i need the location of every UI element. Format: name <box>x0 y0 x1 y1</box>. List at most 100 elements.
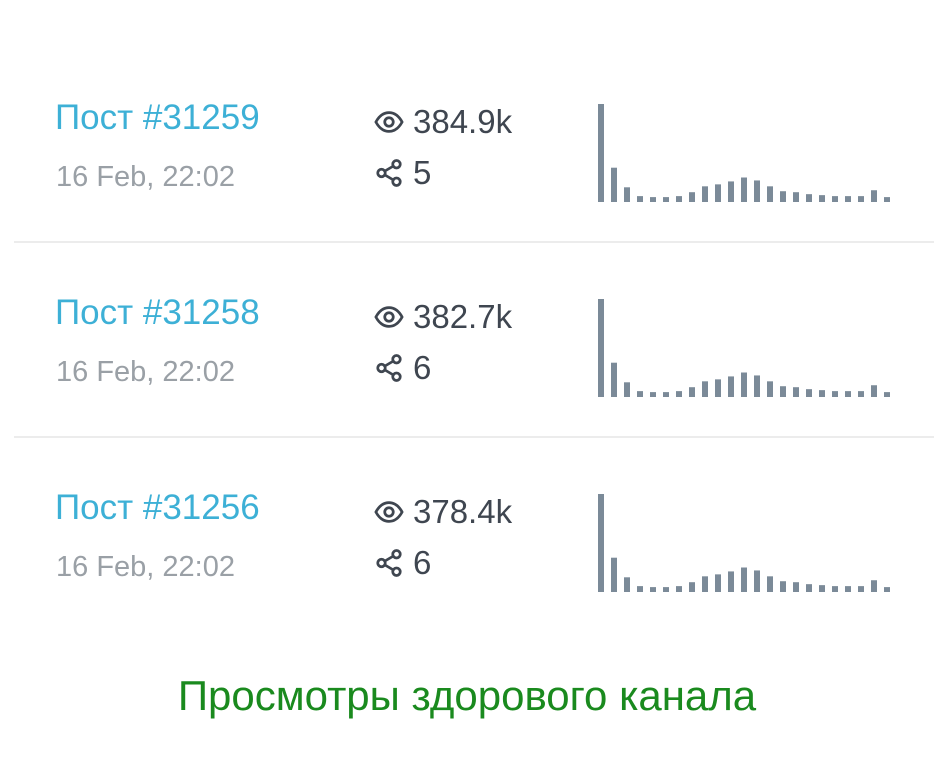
post-date: 16 Feb, 22:02 <box>56 551 235 583</box>
spark-bar <box>780 581 786 592</box>
shares-stat: 5 <box>373 154 431 192</box>
spark-bar <box>845 586 851 592</box>
views-sparkline <box>598 494 890 592</box>
shares-stat: 6 <box>373 544 431 582</box>
post-title-link[interactable]: Пост #31259 <box>55 98 260 138</box>
shares-count: 5 <box>413 154 432 191</box>
views-stat: 384.9k <box>373 103 512 141</box>
post-date: 16 Feb, 22:02 <box>56 356 235 388</box>
views-count: 384.9k <box>413 103 513 140</box>
spark-bar <box>624 577 630 592</box>
spark-bar <box>650 197 656 202</box>
spark-bar <box>598 299 604 397</box>
spark-bar <box>884 392 890 397</box>
post-row: Пост #31256 16 Feb, 22:02 378.4k 6 <box>0 438 934 633</box>
share-icon <box>373 157 405 189</box>
spark-bar <box>598 104 604 202</box>
spark-bar <box>663 587 669 592</box>
spark-bar <box>702 381 708 397</box>
spark-bar <box>702 576 708 592</box>
spark-bar <box>858 391 864 397</box>
post-title-link[interactable]: Пост #31258 <box>55 293 260 333</box>
spark-bar <box>624 382 630 397</box>
spark-bar <box>884 197 890 202</box>
spark-bar <box>611 167 617 202</box>
views-count: 382.7k <box>413 298 513 335</box>
spark-bar <box>819 390 825 397</box>
spark-bar <box>676 391 682 397</box>
shares-stat: 6 <box>373 349 431 387</box>
views-count: 378.4k <box>413 493 513 530</box>
caption: Просмотры здорового канала <box>177 672 757 719</box>
spark-bar <box>806 584 812 592</box>
eye-icon <box>373 301 405 333</box>
spark-bar <box>832 196 838 202</box>
views-sparkline <box>598 104 890 202</box>
spark-bar <box>819 195 825 202</box>
share-icon <box>373 547 405 579</box>
spark-bar <box>832 391 838 397</box>
spark-bar <box>884 587 890 592</box>
spark-bar <box>780 191 786 202</box>
spark-bar <box>832 586 838 592</box>
spark-bar <box>819 585 825 592</box>
spark-bar <box>650 392 656 397</box>
spark-bar <box>624 187 630 202</box>
spark-bar <box>689 192 695 202</box>
spark-bar <box>793 387 799 397</box>
spark-bar <box>741 372 747 397</box>
spark-bar <box>663 197 669 202</box>
spark-bar <box>702 186 708 202</box>
spark-bar <box>728 181 734 202</box>
post-row: Пост #31258 16 Feb, 22:02 382.7k 6 <box>0 243 934 438</box>
spark-bar <box>715 574 721 592</box>
spark-bar <box>806 194 812 202</box>
spark-bar <box>715 184 721 202</box>
spark-bar <box>715 379 721 397</box>
views-stat: 378.4k <box>373 493 512 531</box>
spark-bar <box>845 391 851 397</box>
spark-bar <box>754 375 760 397</box>
spark-bar <box>598 494 604 592</box>
spark-bar <box>650 587 656 592</box>
spark-bar <box>767 576 773 592</box>
spark-bar <box>676 586 682 592</box>
post-list: Пост #31259 16 Feb, 22:02 384.9k 5 Пост … <box>0 48 934 633</box>
spark-bar <box>741 177 747 202</box>
spark-bar <box>663 392 669 397</box>
spark-bar <box>637 196 643 202</box>
shares-count: 6 <box>413 544 432 581</box>
eye-icon <box>373 496 405 528</box>
spark-bar <box>741 567 747 592</box>
shares-count: 6 <box>413 349 432 386</box>
post-title-link[interactable]: Пост #31256 <box>55 488 260 528</box>
post-date: 16 Feb, 22:02 <box>56 161 235 193</box>
views-sparkline <box>598 299 890 397</box>
spark-bar <box>858 196 864 202</box>
spark-bar <box>871 580 877 592</box>
spark-bar <box>767 381 773 397</box>
spark-bar <box>611 557 617 592</box>
spark-bar <box>611 362 617 397</box>
spark-bar <box>793 582 799 592</box>
spark-bar <box>637 586 643 592</box>
spark-bar <box>845 196 851 202</box>
spark-bar <box>806 389 812 397</box>
spark-bar <box>689 582 695 592</box>
share-icon <box>373 352 405 384</box>
views-stat: 382.7k <box>373 298 512 336</box>
spark-bar <box>871 385 877 397</box>
spark-bar <box>728 376 734 397</box>
spark-bar <box>871 190 877 202</box>
spark-bar <box>637 391 643 397</box>
spark-bar <box>754 180 760 202</box>
spark-bar <box>676 196 682 202</box>
spark-bar <box>689 387 695 397</box>
spark-bar <box>793 192 799 202</box>
spark-bar <box>858 586 864 592</box>
spark-bar <box>754 570 760 592</box>
spark-bar <box>728 571 734 592</box>
eye-icon <box>373 106 405 138</box>
post-row: Пост #31259 16 Feb, 22:02 384.9k 5 <box>0 48 934 243</box>
spark-bar <box>780 386 786 397</box>
